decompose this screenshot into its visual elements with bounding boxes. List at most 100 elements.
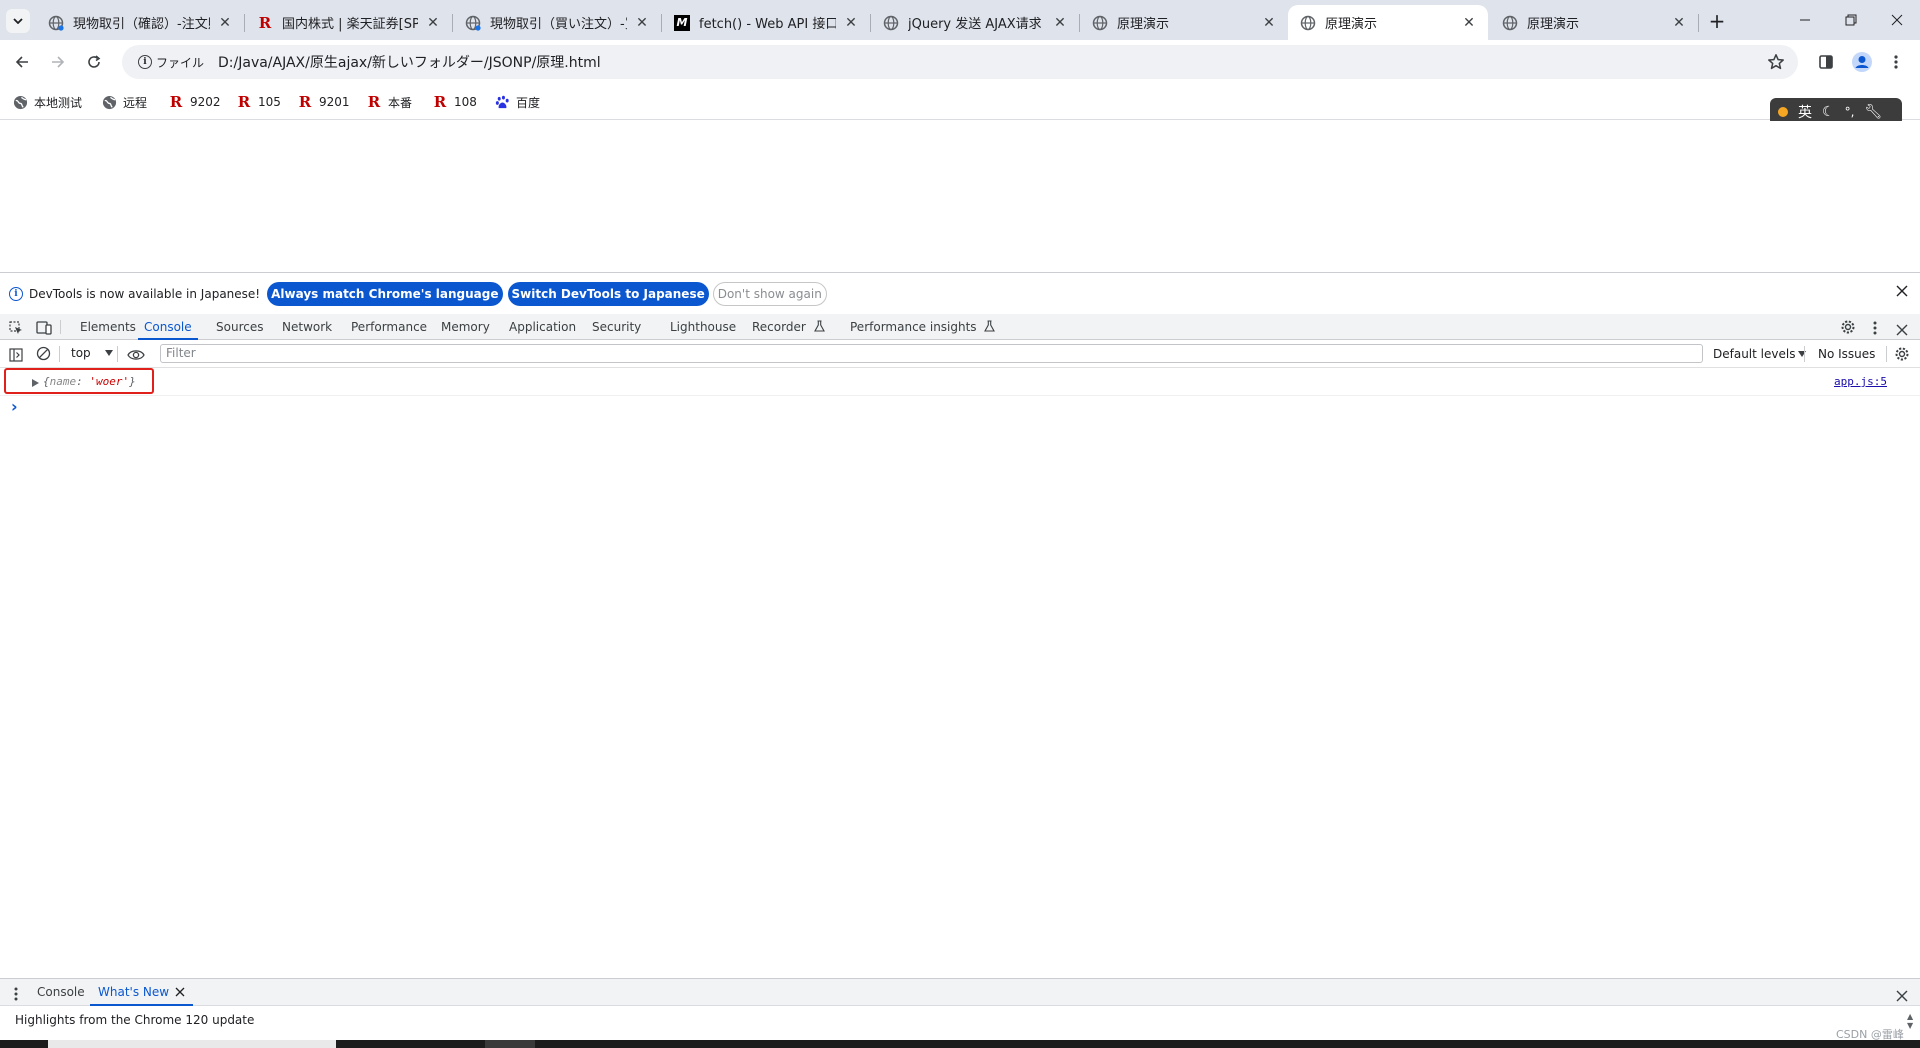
devtools-menu-icon[interactable]: [1873, 320, 1877, 339]
tab-item[interactable]: R 国内株式 | 楽天証券[SP] ✕: [245, 5, 452, 40]
tab-item[interactable]: 原理演示 ✕: [1080, 5, 1288, 40]
tab-item[interactable]: M fetch() - Web API 接口参考 ✕: [662, 5, 870, 40]
restore-button[interactable]: [1828, 0, 1874, 40]
tab-search-button[interactable]: [6, 9, 30, 33]
switch-to-japanese-button[interactable]: Switch DevTools to Japanese: [507, 281, 709, 306]
globe-icon: [1300, 15, 1316, 31]
site-info-chip[interactable]: i ファイル: [130, 50, 212, 74]
drawer-tab-whats-new[interactable]: What's New: [90, 979, 194, 1006]
log-source-link[interactable]: app.js:5: [1834, 375, 1887, 388]
close-icon: [1891, 14, 1903, 26]
tab-recorder[interactable]: Recorder: [752, 314, 825, 340]
tab-title: 原理演示: [1117, 17, 1170, 32]
profile-button[interactable]: [1848, 48, 1876, 76]
tab-strip: 現物取引（確認）-注文照会 ✕ R 国内株式 | 楽天証券[SP] ✕ 現物取引…: [0, 0, 1920, 40]
taskbar-item[interactable]: [485, 1040, 535, 1048]
url-text[interactable]: D:/Java/AJAX/原生ajax/新しいフォルダー/JSONP/原理.ht…: [218, 52, 601, 72]
device-toolbar-icon[interactable]: [36, 320, 52, 339]
close-drawer-icon[interactable]: [1896, 987, 1908, 1006]
rakuten-icon: R: [367, 93, 381, 111]
console-toolbar: top Filter Default levels No Issues: [0, 340, 1920, 368]
dont-show-again-button[interactable]: Don't show again: [712, 281, 827, 306]
close-icon[interactable]: ✕: [424, 14, 442, 32]
close-icon[interactable]: ✕: [1051, 14, 1069, 32]
bookmark-item[interactable]: R 9202: [168, 92, 221, 112]
close-devtools-icon[interactable]: [1896, 321, 1908, 340]
taskbar-item[interactable]: [48, 1040, 336, 1048]
inspect-element-icon[interactable]: [9, 320, 23, 339]
live-expression-eye-icon[interactable]: [127, 347, 145, 366]
close-icon[interactable]: [175, 987, 185, 997]
bookmark-item[interactable]: R 108: [432, 92, 477, 112]
tab-memory[interactable]: Memory: [441, 314, 490, 340]
bookmark-item[interactable]: 百度: [494, 92, 540, 112]
reload-icon: [88, 55, 101, 68]
always-match-language-button[interactable]: Always match Chrome's language: [267, 281, 503, 306]
close-icon[interactable]: ✕: [1670, 14, 1688, 32]
address-bar[interactable]: i ファイル D:/Java/AJAX/原生ajax/新しいフォルダー/JSON…: [122, 45, 1798, 79]
drawer-menu-icon[interactable]: [14, 986, 18, 1005]
tab-elements[interactable]: Elements: [80, 314, 136, 340]
new-tab-button[interactable]: +: [1704, 8, 1730, 34]
close-icon[interactable]: ✕: [842, 14, 860, 32]
star-icon: [1768, 54, 1784, 70]
log-levels-dropdown[interactable]: Default levels: [1713, 347, 1807, 361]
tab-item[interactable]: 現物取引（確認）-注文照会 ✕: [36, 5, 244, 40]
tab-item[interactable]: jQuery 发送 AJAX请求 ✕: [871, 5, 1079, 40]
console-settings-gear-icon[interactable]: [1894, 346, 1910, 366]
tab-network[interactable]: Network: [282, 314, 332, 340]
forward-button[interactable]: [44, 48, 72, 76]
close-window-button[interactable]: [1874, 0, 1920, 40]
bookmark-label: 本地测试: [34, 95, 83, 110]
tab-performance-insights[interactable]: Performance insights: [850, 314, 996, 340]
browser-menu-button[interactable]: [1882, 48, 1910, 76]
wrench-icon[interactable]: 🔧︎: [1864, 104, 1882, 120]
ime-mode-label[interactable]: 英: [1798, 102, 1812, 122]
close-icon[interactable]: ✕: [1460, 14, 1478, 32]
close-icon[interactable]: ✕: [633, 14, 651, 32]
console-prompt[interactable]: ›: [11, 397, 18, 416]
tab-performance[interactable]: Performance: [351, 314, 427, 340]
reload-button[interactable]: [80, 48, 108, 76]
context-selector[interactable]: top: [71, 346, 113, 360]
devtools-tabbar: Elements Console Sources Network Perform…: [0, 314, 1920, 340]
issues-counter[interactable]: No Issues: [1818, 347, 1875, 361]
settings-gear-icon[interactable]: [1840, 319, 1856, 339]
bookmark-label: 本番: [388, 95, 413, 110]
tab-item[interactable]: 現物取引（買い注文）-買 ✕: [453, 5, 661, 40]
bookmark-item[interactable]: R 本番: [366, 92, 412, 112]
punctuation-icon[interactable]: °,: [1845, 105, 1855, 119]
os-taskbar: [0, 1040, 1920, 1048]
clear-console-icon[interactable]: [36, 346, 51, 365]
tab-security[interactable]: Security: [592, 314, 641, 340]
tab-lighthouse[interactable]: Lighthouse: [670, 314, 736, 340]
expand-triangle-icon[interactable]: [32, 377, 39, 390]
side-panel-button[interactable]: [1812, 48, 1840, 76]
tab-item[interactable]: 原理演示 ✕: [1490, 5, 1698, 40]
tab-application[interactable]: Application: [509, 314, 576, 340]
bookmark-item[interactable]: R 105: [236, 92, 281, 112]
ime-status-icon: [1778, 107, 1788, 117]
tab-console[interactable]: Console: [138, 314, 198, 340]
close-icon[interactable]: ✕: [216, 14, 234, 32]
close-icon[interactable]: ✕: [1260, 14, 1278, 32]
tab-separator: [1804, 346, 1805, 362]
bookmark-item[interactable]: R 9201: [297, 92, 350, 112]
tab-sources[interactable]: Sources: [216, 314, 263, 340]
sidebar-toggle-icon[interactable]: [9, 347, 23, 366]
tab-item-active[interactable]: 原理演示 ✕: [1288, 5, 1488, 40]
minimize-button[interactable]: [1782, 0, 1828, 40]
console-filter-input[interactable]: Filter: [160, 344, 1703, 363]
moon-icon[interactable]: ☾: [1822, 104, 1835, 120]
log-object-preview[interactable]: {name: 'woer'}: [43, 375, 136, 388]
bookmark-item[interactable]: 远程: [101, 92, 147, 112]
bookmarks-bar: 本地测试 远程 R 9202 R 105 R 9201 R 本番 R 108 百…: [0, 84, 1920, 120]
kebab-menu-icon: [1894, 55, 1898, 69]
rakuten-icon: R: [258, 13, 272, 32]
drawer-tab-console[interactable]: Console: [37, 985, 85, 999]
close-icon[interactable]: [1896, 285, 1910, 299]
back-button[interactable]: [8, 48, 36, 76]
bookmark-item[interactable]: 本地测试: [12, 92, 82, 112]
scroll-arrows-icon[interactable]: ▲ ▼: [1907, 1012, 1913, 1030]
bookmark-star-button[interactable]: [1762, 48, 1790, 76]
